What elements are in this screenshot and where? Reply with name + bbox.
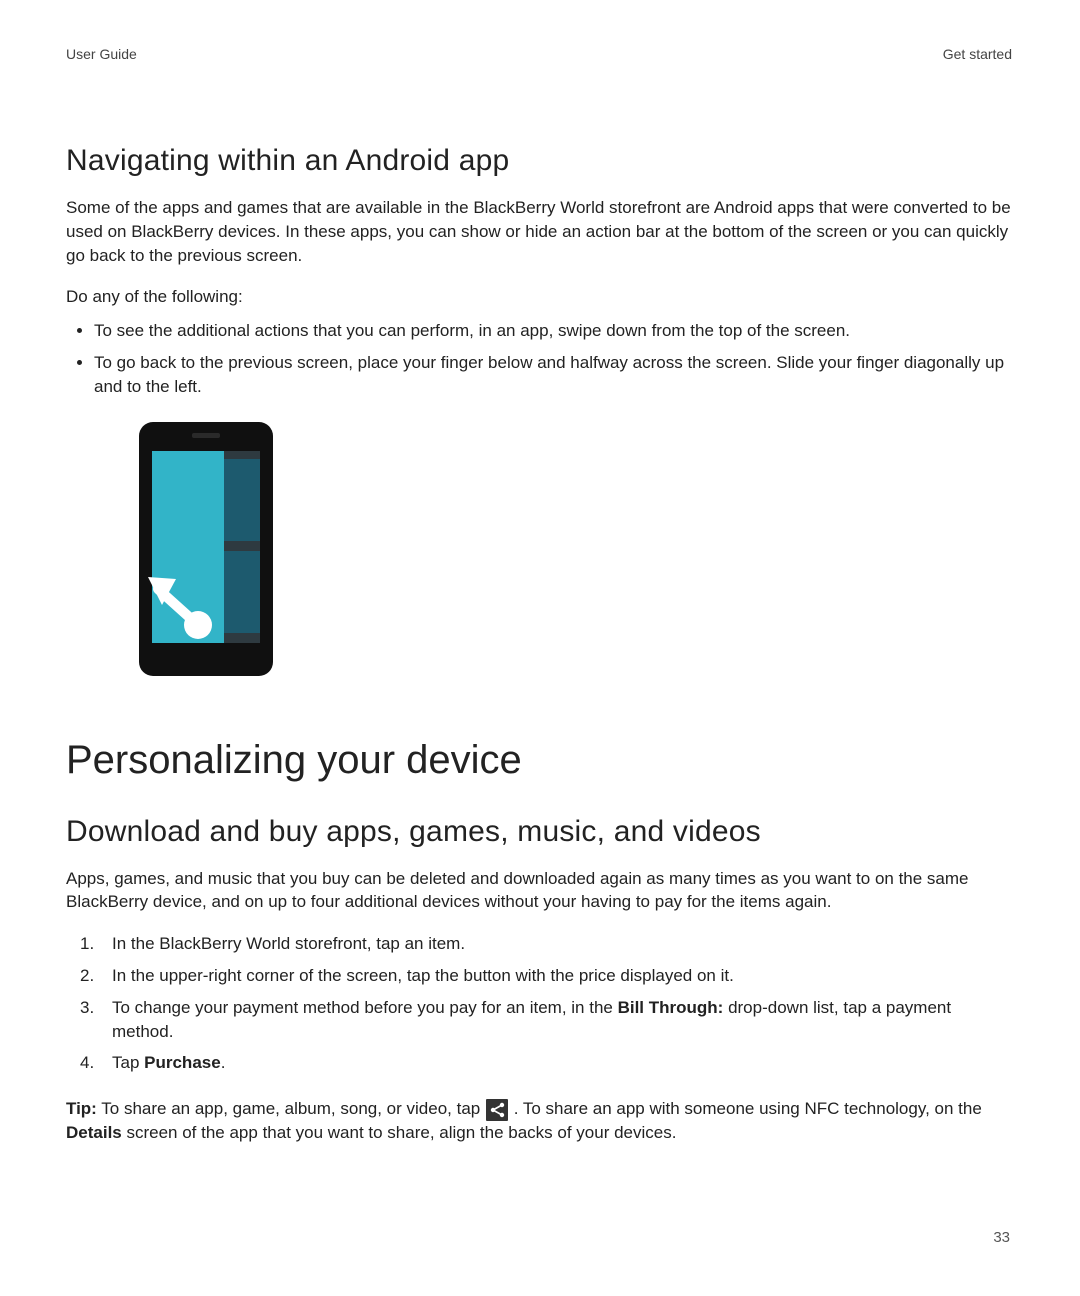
phone-swipe-illustration — [136, 419, 1012, 684]
tip-paragraph: Tip: To share an app, game, album, song,… — [66, 1097, 1012, 1145]
step-item: 3. To change your payment method before … — [80, 996, 1012, 1044]
step-number: 3. — [80, 996, 112, 1044]
page: User Guide Get started Navigating within… — [0, 0, 1080, 1296]
bullet-item: To see the additional actions that you c… — [94, 319, 1012, 343]
bullet-item: To go back to the previous screen, place… — [94, 351, 1012, 399]
step-text: To change your payment method before you… — [112, 996, 1012, 1044]
header-left: User Guide — [66, 46, 137, 62]
section-heading-navigating: Navigating within an Android app — [66, 144, 1012, 178]
section2-steps: 1. In the BlackBerry World storefront, t… — [66, 932, 1012, 1075]
bold-details: Details — [66, 1123, 122, 1142]
step-number: 1. — [80, 932, 112, 956]
section-heading-download: Download and buy apps, games, music, and… — [66, 815, 1012, 849]
step-item: 1. In the BlackBerry World storefront, t… — [80, 932, 1012, 956]
chapter-heading-personalizing: Personalizing your device — [66, 738, 1012, 783]
section1-bullets: To see the additional actions that you c… — [66, 319, 1012, 398]
bold-bill-through: Bill Through: — [618, 998, 724, 1017]
share-icon — [486, 1099, 508, 1121]
step-item: 2. In the upper-right corner of the scre… — [80, 964, 1012, 988]
tip-label: Tip: — [66, 1099, 97, 1118]
step-number: 4. — [80, 1051, 112, 1075]
section2-intro: Apps, games, and music that you buy can … — [66, 867, 1012, 915]
section1-intro: Some of the apps and games that are avai… — [66, 196, 1012, 267]
header-right: Get started — [943, 46, 1012, 62]
step-item: 4. Tap Purchase. — [80, 1051, 1012, 1075]
step-text: In the BlackBerry World storefront, tap … — [112, 932, 1012, 956]
step-number: 2. — [80, 964, 112, 988]
page-header: User Guide Get started — [66, 46, 1012, 62]
step-text: Tap Purchase. — [112, 1051, 1012, 1075]
section1-lead: Do any of the following: — [66, 285, 1012, 309]
bold-purchase: Purchase — [144, 1053, 221, 1072]
step-text: In the upper-right corner of the screen,… — [112, 964, 1012, 988]
page-number: 33 — [993, 1229, 1010, 1246]
